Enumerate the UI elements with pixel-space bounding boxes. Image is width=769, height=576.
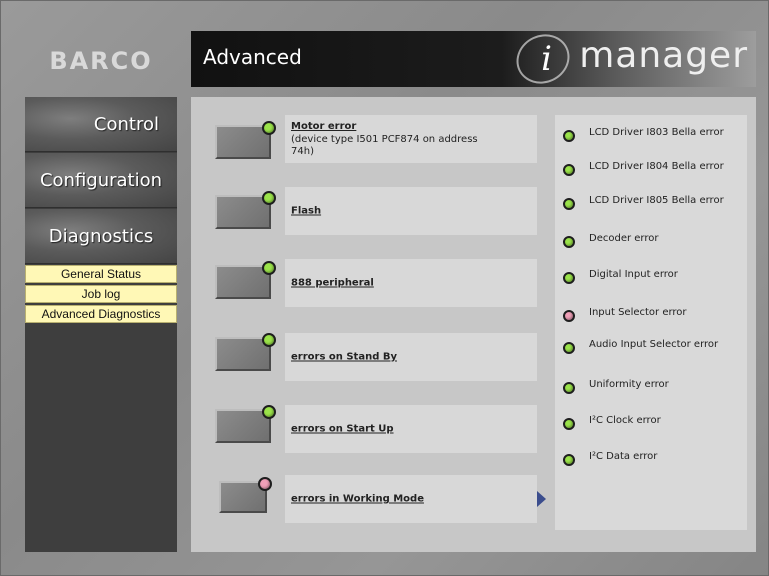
- startup-errors-button[interactable]: [215, 405, 276, 443]
- submenu-job-log[interactable]: Job log: [25, 285, 177, 303]
- standby-errors-button[interactable]: [215, 333, 276, 371]
- i2c-data-status-led: [563, 454, 575, 466]
- peripheral-888-row: 888 peripheral: [285, 259, 537, 307]
- standby-errors-link[interactable]: errors on Stand By: [291, 352, 397, 363]
- barco-logo: BARCO: [49, 47, 153, 75]
- submenu-advanced-diagnostics[interactable]: Advanced Diagnostics: [25, 305, 177, 323]
- standby-errors-row: errors on Stand By: [285, 333, 537, 381]
- digital-input-status-led: [563, 272, 575, 284]
- nav-diagnostics-button[interactable]: Diagnostics: [25, 209, 177, 264]
- i2c-clock-status-led: [563, 418, 575, 430]
- decoder-label: Decoder error: [589, 233, 659, 244]
- input-selector-status-led: [563, 310, 575, 322]
- motor-error-description: (device type I501 PCF874 on address 74h): [291, 134, 478, 157]
- flash-link[interactable]: Flash: [291, 206, 321, 217]
- digital-input-label: Digital Input error: [589, 269, 678, 280]
- i2c-data-label: I²C Data error: [589, 451, 658, 462]
- lcd-i803-label: LCD Driver I803 Bella error: [589, 127, 724, 138]
- uniformity-status-led: [563, 382, 575, 394]
- audio-input-selector-label: Audio Input Selector error: [589, 339, 719, 350]
- page-title: Advanced: [203, 45, 302, 69]
- peripheral-888-status-led: [262, 261, 276, 275]
- uniformity-label: Uniformity error: [589, 379, 669, 390]
- page-header: Advanced i manager: [191, 25, 756, 93]
- submenu-general-status[interactable]: General Status: [25, 265, 177, 283]
- motor-error-button[interactable]: [215, 121, 276, 159]
- lcd-i804-label: LCD Driver I804 Bella error: [589, 161, 724, 172]
- i2c-clock-label: I²C Clock error: [589, 415, 661, 426]
- left-navigation: Control Configuration Diagnostics Genera…: [25, 97, 177, 552]
- advanced-diagnostics-content: Motor error (device type I501 PCF874 on …: [191, 97, 756, 552]
- imanager-brand: manager: [579, 35, 748, 76]
- audio-input-selector-status-led: [563, 342, 575, 354]
- lcd-i805-label: LCD Driver I805 Bella error: [589, 195, 724, 206]
- working-mode-errors-status-led: [258, 477, 272, 491]
- startup-errors-status-led: [262, 405, 276, 419]
- nav-control-button[interactable]: Control: [25, 97, 177, 152]
- working-mode-errors-button[interactable]: [219, 477, 272, 513]
- lcd-i805-status-led: [563, 198, 575, 210]
- decoder-status-led: [563, 236, 575, 248]
- logo-area: BARCO: [25, 31, 177, 91]
- diagnostics-submenu: General Status Job log Advanced Diagnost…: [25, 265, 177, 325]
- input-selector-label: Input Selector error: [589, 307, 687, 318]
- startup-errors-row: errors on Start Up: [285, 405, 537, 453]
- error-status-list: LCD Driver I803 Bella error LCD Driver I…: [555, 115, 747, 530]
- motor-error-status-led: [262, 121, 276, 135]
- flash-button[interactable]: [215, 191, 276, 229]
- imanager-i-letter: i: [541, 39, 552, 79]
- lcd-i804-status-led: [563, 164, 575, 176]
- standby-errors-status-led: [262, 333, 276, 347]
- peripheral-888-button[interactable]: [215, 261, 276, 299]
- working-mode-errors-row: errors in Working Mode: [285, 475, 537, 523]
- app-window: BARCO Control Configuration Diagnostics …: [0, 0, 769, 576]
- lcd-i803-status-led: [563, 130, 575, 142]
- expand-arrow-icon[interactable]: [537, 491, 546, 507]
- nav-configuration-button[interactable]: Configuration: [25, 153, 177, 208]
- working-mode-errors-link[interactable]: errors in Working Mode: [291, 494, 424, 505]
- flash-row: Flash: [285, 187, 537, 235]
- motor-error-row: Motor error (device type I501 PCF874 on …: [285, 115, 537, 163]
- flash-status-led: [262, 191, 276, 205]
- motor-error-link[interactable]: Motor error: [291, 121, 356, 132]
- peripheral-888-link[interactable]: 888 peripheral: [291, 278, 374, 289]
- startup-errors-link[interactable]: errors on Start Up: [291, 424, 394, 435]
